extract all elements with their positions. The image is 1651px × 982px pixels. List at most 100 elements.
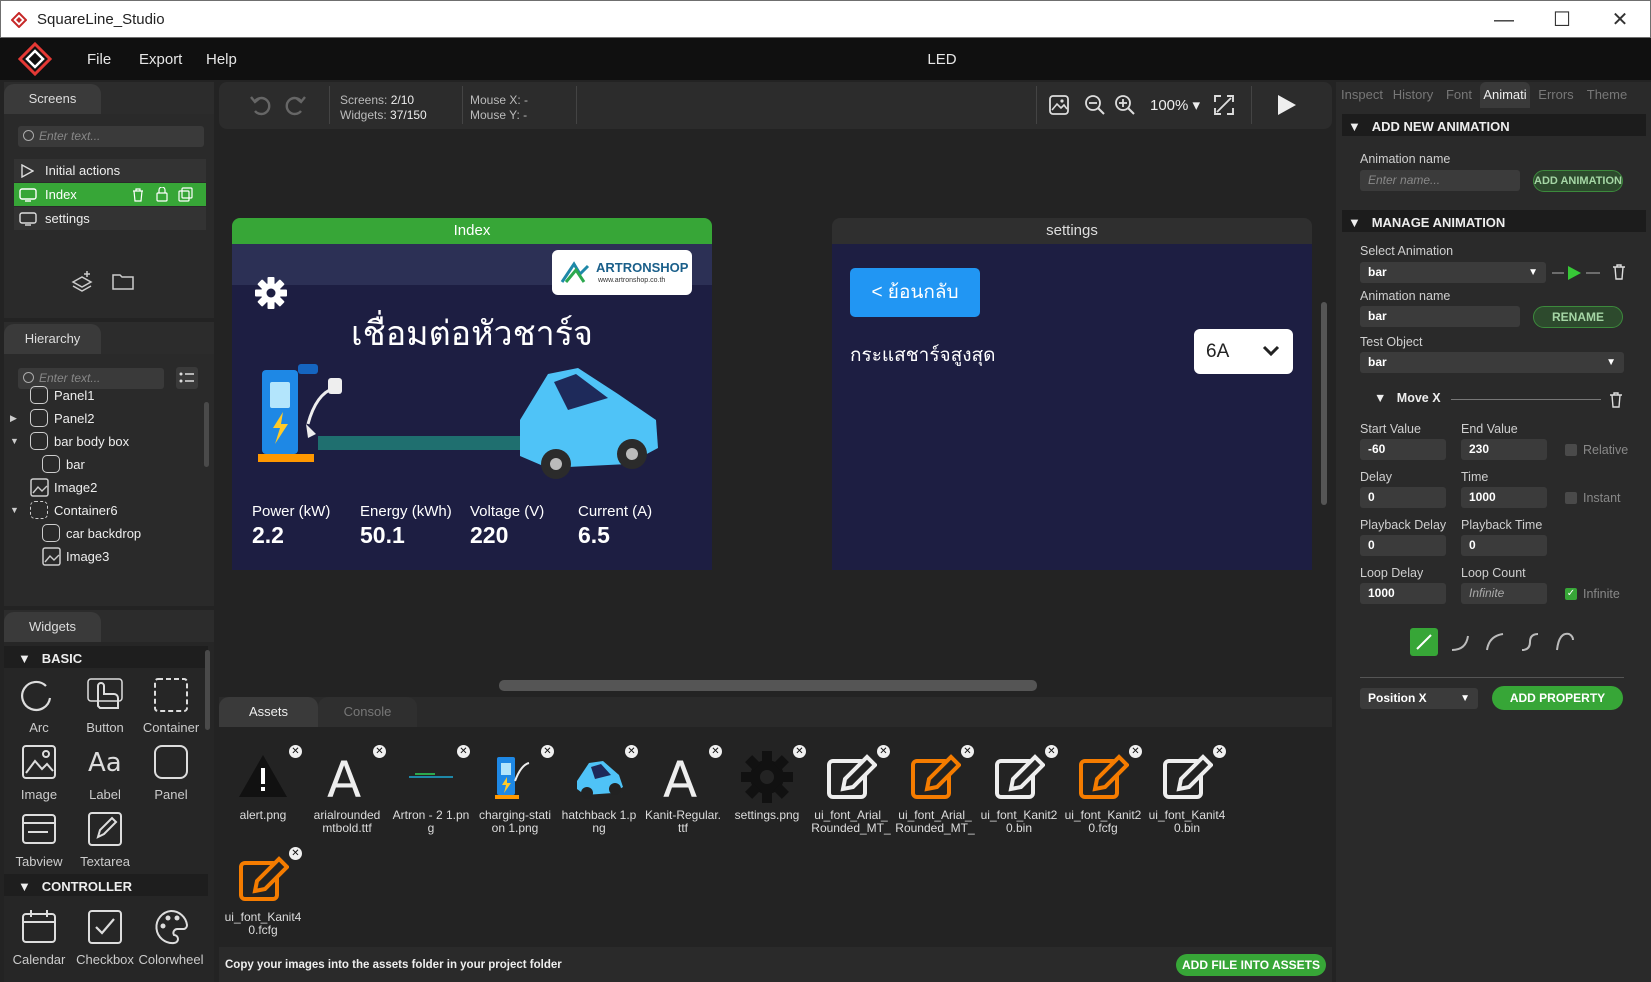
zoom-level-select[interactable]: 100% ▾ [1150,96,1200,114]
delete-property-icon[interactable] [1609,392,1623,408]
run-play-icon[interactable] [1274,93,1298,117]
playback-time-input[interactable]: 0 [1461,535,1547,556]
add-animation-section[interactable]: ▼ ADD NEW ANIMATION [1348,119,1510,134]
infinite-checkbox[interactable]: ✓ [1565,588,1577,600]
widgets-scrollbar[interactable] [205,650,210,730]
remove-asset-icon[interactable]: ✕ [961,745,974,758]
move-x-group[interactable]: ▼ Move X [1374,391,1441,405]
asset-item[interactable]: A ✕ Kanit-Regular. ttf [643,745,723,843]
easing-ease-out-icon[interactable] [1481,628,1509,656]
canvas-horizontal-scrollbar[interactable] [499,680,1037,691]
easing-ease-in-out-icon[interactable] [1516,628,1544,656]
remove-asset-icon[interactable]: ✕ [373,745,386,758]
maximize-button[interactable]: ☐ [1539,7,1585,33]
add-screen-icon[interactable] [70,270,94,292]
asset-item[interactable]: ✕ ui_font_Kanit2 0.fcfg [1063,745,1143,843]
widget-button[interactable]: Button [70,674,140,736]
remove-asset-icon[interactable]: ✕ [1045,745,1058,758]
animation-name-input[interactable]: bar [1360,306,1520,327]
widget-container[interactable]: Container [136,674,206,736]
widget-tabview[interactable]: Tabview [4,808,74,870]
widget-arc[interactable]: Arc [4,674,74,736]
hierarchy-item[interactable]: Image3 [4,545,200,568]
rename-button[interactable]: RENAME [1533,306,1623,328]
remove-asset-icon[interactable]: ✕ [289,745,302,758]
zoom-in-icon[interactable] [1114,94,1136,116]
property-select-dropdown[interactable]: Position X ▼ [1360,688,1478,709]
hierarchy-item[interactable]: ▶ Panel2 [4,407,200,430]
hierarchy-scrollbar[interactable] [204,402,209,467]
remove-asset-icon[interactable]: ✕ [877,745,890,758]
relative-checkbox[interactable] [1565,444,1577,456]
remove-asset-icon[interactable]: ✕ [625,745,638,758]
screen-item-initial-actions[interactable]: Initial actions [14,159,206,182]
back-button[interactable]: < ย้อนกลับ [850,268,980,317]
add-file-into-assets-button[interactable]: ADD FILE INTO ASSETS [1176,954,1326,976]
tab-errors[interactable]: Errors [1532,82,1580,108]
delete-icon[interactable] [132,188,144,202]
select-animation-dropdown[interactable]: bar ▼ [1360,262,1546,283]
play-animation-icon[interactable] [1550,264,1610,282]
hierarchy-item[interactable]: ▼ bar body box [4,430,200,453]
index-screen-title[interactable]: Index [232,218,712,244]
easing-linear-icon[interactable] [1410,628,1438,656]
zoom-out-icon[interactable] [1084,94,1106,116]
delay-input[interactable]: 0 [1360,487,1446,508]
add-property-button[interactable]: ADD PROPERTY [1492,686,1623,710]
widget-checkbox[interactable]: Checkbox [70,906,140,968]
add-animation-button[interactable]: ADD ANIMATION [1533,170,1623,192]
asset-item[interactable]: ✕ ui_font_Kanit4 0.bin [1147,745,1227,843]
hierarchy-item[interactable]: Panel1 [4,384,200,407]
remove-asset-icon[interactable]: ✕ [289,847,302,860]
settings-screen[interactable]: < ย้อนกลับ กระแสชาร์จสูงสุด 6A [832,244,1312,570]
asset-item[interactable]: ✕ settings.png [727,745,807,843]
screen-item-index[interactable]: Index [14,183,206,206]
folder-icon[interactable] [112,272,134,290]
canvas-vertical-scrollbar[interactable] [1321,302,1327,505]
tab-console[interactable]: Console [318,697,417,727]
asset-item[interactable]: ✕ hatchback 1.png [559,745,639,843]
hierarchy-item[interactable]: car backdrop [4,522,200,545]
expand-toggle-icon[interactable]: ▼ [10,430,19,453]
widget-colorwheel[interactable]: Colorwheel [136,906,206,968]
asset-item[interactable]: ✕ alert.png [223,745,303,843]
widget-textarea[interactable]: Textarea [70,808,140,870]
hierarchy-item[interactable]: Image2 [4,476,200,499]
screens-search-input[interactable]: Enter text... [18,126,204,147]
widget-calendar[interactable]: Calendar [4,906,74,968]
expand-toggle-icon[interactable]: ▶ [10,407,17,430]
tab-history[interactable]: History [1388,82,1438,108]
duplicate-icon[interactable] [178,187,193,202]
remove-asset-icon[interactable]: ✕ [1129,745,1142,758]
basic-section-header[interactable]: ▼ BASIC [18,651,82,666]
redo-icon[interactable] [281,92,307,118]
minimize-button[interactable]: — [1481,7,1527,33]
hierarchy-item[interactable]: bar [4,453,200,476]
asset-item[interactable]: ✕ Artron - 2 1.png [391,745,471,843]
lock-icon[interactable] [155,187,169,202]
expand-toggle-icon[interactable]: ▼ [10,499,19,522]
asset-item[interactable]: A ✕ arialrounded mtbold.ttf [307,745,387,843]
current-dropdown[interactable]: 6A [1194,329,1293,374]
tab-theme[interactable]: Theme [1582,82,1632,108]
tab-animati[interactable]: Animati [1480,82,1530,108]
loop-count-input[interactable]: Infinite [1461,583,1547,604]
remove-asset-icon[interactable]: ✕ [793,745,806,758]
tab-inspect[interactable]: Inspect [1338,82,1386,108]
remove-asset-icon[interactable]: ✕ [457,745,470,758]
remove-asset-icon[interactable]: ✕ [541,745,554,758]
hierarchy-item[interactable]: ▼ Container6 [4,499,200,522]
easing-overshoot-icon[interactable] [1551,628,1579,656]
tab-assets[interactable]: Assets [219,697,318,727]
widget-label[interactable]: Aa Label [70,741,140,803]
easing-ease-in-icon[interactable] [1446,628,1474,656]
tab-screens[interactable]: Screens [4,84,101,114]
asset-item[interactable]: ✕ ui_font_Kanit4 0.fcfg [223,847,303,945]
asset-item[interactable]: ✕ ui_font_Kanit2 0.bin [979,745,1059,843]
settings-gear-icon[interactable] [254,276,288,310]
controller-section-header[interactable]: ▼ CONTROLLER [18,879,132,894]
remove-asset-icon[interactable]: ✕ [1213,745,1226,758]
delete-animation-icon[interactable] [1612,264,1626,280]
undo-icon[interactable] [249,92,275,118]
tab-font[interactable]: Font [1440,82,1478,108]
